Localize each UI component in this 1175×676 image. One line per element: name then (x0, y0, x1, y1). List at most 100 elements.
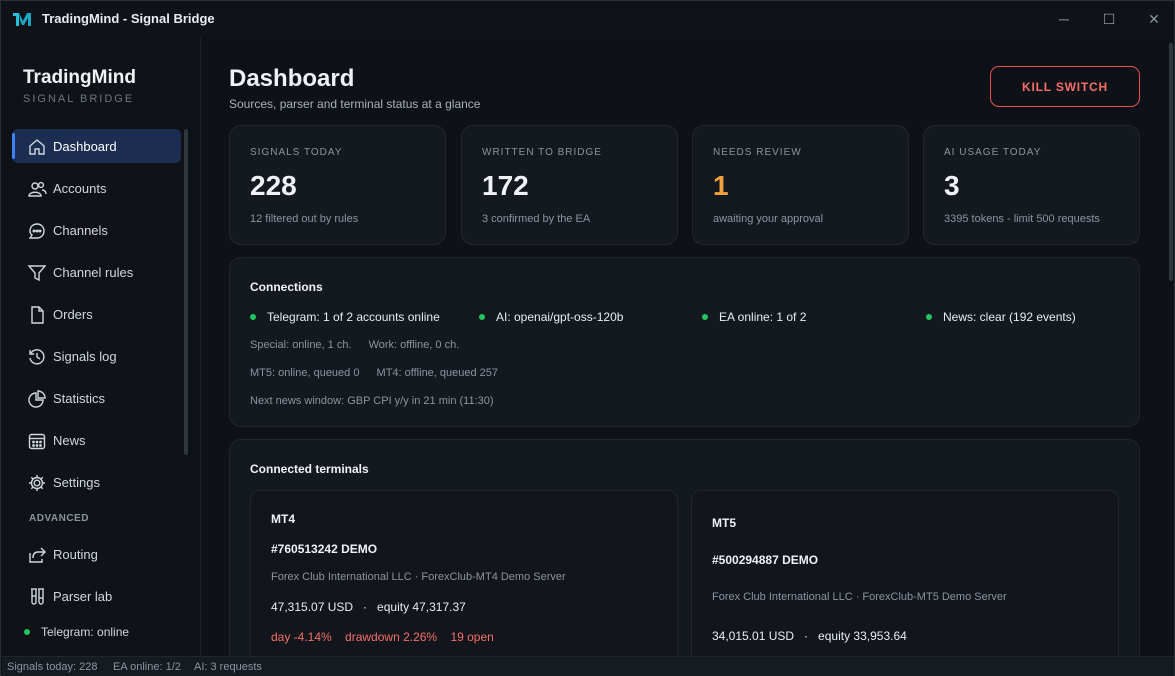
terminal-card-mt5: MT5 #500294887 DEMO Forex Club Internati… (691, 490, 1119, 656)
sidebar-item-label: Statistics (53, 391, 106, 406)
connection-telegram: Telegram: 1 of 2 accounts online (250, 310, 440, 324)
sidebar-item-label: Accounts (53, 181, 107, 196)
terminal-card-mt4: MT4 #760513242 DEMO Forex Club Internati… (250, 490, 678, 656)
connected-terminals-title: Connected terminals (250, 462, 369, 476)
sidebar-item-news[interactable]: News (12, 423, 181, 457)
connection-news-text: News: clear (192 events) (943, 310, 1076, 324)
stat-card-needs-review[interactable]: NEEDS REVIEW 1 awaiting your approval (692, 125, 909, 245)
stat-note: 3 confirmed by the EA (482, 213, 591, 225)
document-icon (31, 306, 44, 324)
gear-icon (29, 475, 45, 491)
sidebar: TradingMind SIGNAL BRIDGE Dashboard Acco… (2, 37, 201, 656)
terminal-balance: 34,015.01 USD · equity 33,953.64 (712, 629, 907, 643)
stat-value: 1 (713, 170, 729, 201)
brand-title: TradingMind (23, 67, 136, 88)
close-icon: ✕ (1148, 10, 1160, 27)
page-title: Dashboard (229, 65, 355, 92)
stat-card-signals-today: SIGNALS TODAY 228 12 filtered out by rul… (229, 125, 446, 245)
sidebar-item-dashboard[interactable]: Dashboard (12, 129, 181, 163)
sidebar-item-channels[interactable]: Channels (12, 213, 181, 247)
terminal-queue-detail: MT5: online, queued 0 MT4: offline, queu… (250, 367, 512, 379)
terminal-balance: 47,315.07 USD · equity 47,317.37 (271, 600, 466, 614)
main-scrollbar[interactable] (1169, 43, 1173, 281)
home-icon (29, 139, 45, 155)
app-window: TradingMind - Signal Bridge ─ ☐ ✕ Tradin… (0, 0, 1175, 676)
mt4-queue: MT4: offline, queued 257 (376, 367, 499, 379)
stat-card-ai-usage: AI USAGE TODAY 3 3395 tokens - limit 500… (923, 125, 1140, 245)
sidebar-scrollbar[interactable] (184, 129, 188, 455)
pie-chart-icon (28, 390, 46, 408)
status-bar: Signals today: 228 EA online: 1/2 AI: 3 … (2, 656, 1174, 676)
title-bar: TradingMind - Signal Bridge ─ ☐ ✕ (1, 1, 1174, 37)
sidebar-item-statistics[interactable]: Statistics (12, 381, 181, 415)
kill-switch-button[interactable]: KILL SWITCH (990, 66, 1140, 107)
sidebar-item-parser-lab[interactable]: Parser lab (12, 579, 181, 613)
stat-label: SIGNALS TODAY (250, 147, 343, 158)
connection-ai-text: AI: openai/gpt-oss-120b (496, 310, 624, 324)
telegram-account-work: Work: offline, 0 ch. (368, 339, 460, 351)
stat-label: AI USAGE TODAY (944, 147, 1042, 158)
connection-news: News: clear (192 events) (926, 310, 1076, 324)
telegram-status-text: Telegram: online (41, 625, 130, 639)
connection-ea: EA online: 1 of 2 (702, 310, 806, 324)
minimize-icon: ─ (1059, 11, 1069, 27)
terminal-account: #760513242 DEMO (271, 542, 378, 556)
app-logo-icon (13, 13, 31, 26)
sidebar-item-settings[interactable]: Settings (12, 465, 181, 499)
terminal-performance: day -4.14% drawdown 2.26% 19 open (271, 630, 504, 644)
open-positions: 19 open (450, 630, 494, 644)
advanced-section-heading: ADVANCED (29, 513, 89, 524)
connected-terminals-card: Connected terminals MT4 #760513242 DEMO … (229, 439, 1140, 656)
next-news-window: Next news window: GBP CPI y/y in 21 min … (250, 395, 494, 407)
filter-icon (27, 265, 47, 282)
chat-icon (28, 223, 45, 239)
sidebar-item-label: Orders (53, 307, 93, 322)
sidebar-item-label: Settings (53, 475, 100, 490)
connection-telegram-text: Telegram: 1 of 2 accounts online (267, 310, 440, 324)
sidebar-item-channel-rules[interactable]: Channel rules (12, 255, 181, 289)
stat-value: 228 (250, 170, 297, 201)
maximize-icon: ☐ (1102, 10, 1116, 27)
terminal-name: MT5 (712, 516, 736, 530)
connections-card: Connections Telegram: 1 of 2 accounts on… (229, 257, 1140, 427)
sidebar-item-accounts[interactable]: Accounts (12, 171, 181, 205)
page-subtitle: Sources, parser and terminal status at a… (229, 97, 481, 111)
online-dot-icon (702, 314, 708, 320)
users-icon (28, 181, 47, 197)
sidebar-item-signals-log[interactable]: Signals log (12, 339, 181, 373)
telegram-accounts-detail: Special: online, 1 ch. Work: offline, 0 … (250, 339, 473, 351)
status-signals: Signals today: 228 (7, 661, 98, 673)
sidebar-item-routing[interactable]: Routing (12, 537, 181, 571)
terminal-server: Forex Club International LLC · ForexClub… (271, 571, 566, 583)
sidebar-item-orders[interactable]: Orders (12, 297, 181, 331)
day-change: day -4.14% (271, 630, 332, 644)
sidebar-item-label: Channel rules (53, 265, 134, 280)
calendar-icon (28, 433, 46, 450)
sidebar-item-label: Dashboard (53, 139, 117, 154)
online-dot-icon (479, 314, 485, 320)
sidebar-item-label: Parser lab (53, 589, 113, 604)
stat-note: awaiting your approval (713, 213, 824, 225)
drawdown: drawdown 2.26% (345, 630, 438, 644)
status-ai: AI: 3 requests (194, 661, 262, 673)
connection-ai: AI: openai/gpt-oss-120b (479, 310, 623, 324)
stat-value: 172 (482, 170, 529, 201)
stat-note: 3395 tokens - limit 500 requests (944, 213, 1100, 225)
history-icon (29, 349, 45, 365)
stat-value: 3 (944, 170, 960, 201)
minimize-button[interactable]: ─ (1050, 7, 1078, 31)
stat-card-written-to-bridge: WRITTEN TO BRIDGE 172 3 confirmed by the… (461, 125, 678, 245)
stat-label: WRITTEN TO BRIDGE (482, 147, 602, 158)
terminal-account: #500294887 DEMO (712, 553, 819, 567)
mt5-queue: MT5: online, queued 0 (250, 367, 360, 379)
maximize-button[interactable]: ☐ (1095, 7, 1123, 31)
connection-ea-text: EA online: 1 of 2 (719, 310, 807, 324)
close-button[interactable]: ✕ (1140, 7, 1168, 31)
sidebar-item-label: Channels (53, 223, 108, 238)
main-content: Dashboard Sources, parser and terminal s… (201, 37, 1167, 656)
terminal-name: MT4 (271, 512, 295, 526)
telegram-status: Telegram: online (24, 625, 129, 639)
window-title: TradingMind - Signal Bridge (42, 11, 215, 26)
sidebar-item-label: Signals log (53, 349, 117, 364)
stat-note: 12 filtered out by rules (250, 213, 359, 225)
